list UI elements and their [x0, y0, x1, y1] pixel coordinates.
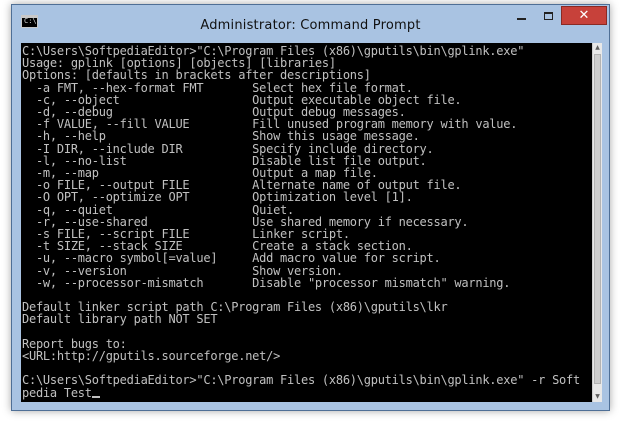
close-icon: ✕ [578, 8, 590, 23]
console-line: C:\Users\SoftpediaEditor>"C:\Program Fil… [22, 373, 580, 388]
title-bar[interactable]: C:\ Administrator: Command Prompt ✕ [12, 5, 609, 45]
console-text: C:\Users\SoftpediaEditor>"C:\Program Fil… [21, 43, 592, 399]
minimize-button[interactable] [508, 6, 535, 25]
close-button[interactable]: ✕ [561, 6, 607, 25]
command-prompt-window: C:\ Administrator: Command Prompt ✕ C:\U… [11, 4, 610, 411]
console-line: pedia Test [22, 385, 92, 400]
scroll-thumb[interactable] [594, 54, 601, 384]
vertical-scrollbar[interactable]: ▲ ▼ [592, 43, 602, 402]
scroll-down-arrow-icon[interactable]: ▼ [593, 392, 602, 402]
text-cursor [91, 395, 100, 398]
maximize-icon [543, 11, 553, 20]
maximize-button[interactable] [535, 6, 561, 25]
minimize-icon [517, 18, 526, 20]
console-output[interactable]: C:\Users\SoftpediaEditor>"C:\Program Fil… [21, 43, 592, 402]
console-line: Default library path NOT SET [22, 312, 218, 327]
scroll-up-arrow-icon[interactable]: ▲ [593, 43, 602, 53]
console-line: -w, --processor-mismatch Disable "proces… [22, 275, 511, 290]
console-line: <URL:http://gputils.sourceforge.net/> [22, 349, 281, 364]
